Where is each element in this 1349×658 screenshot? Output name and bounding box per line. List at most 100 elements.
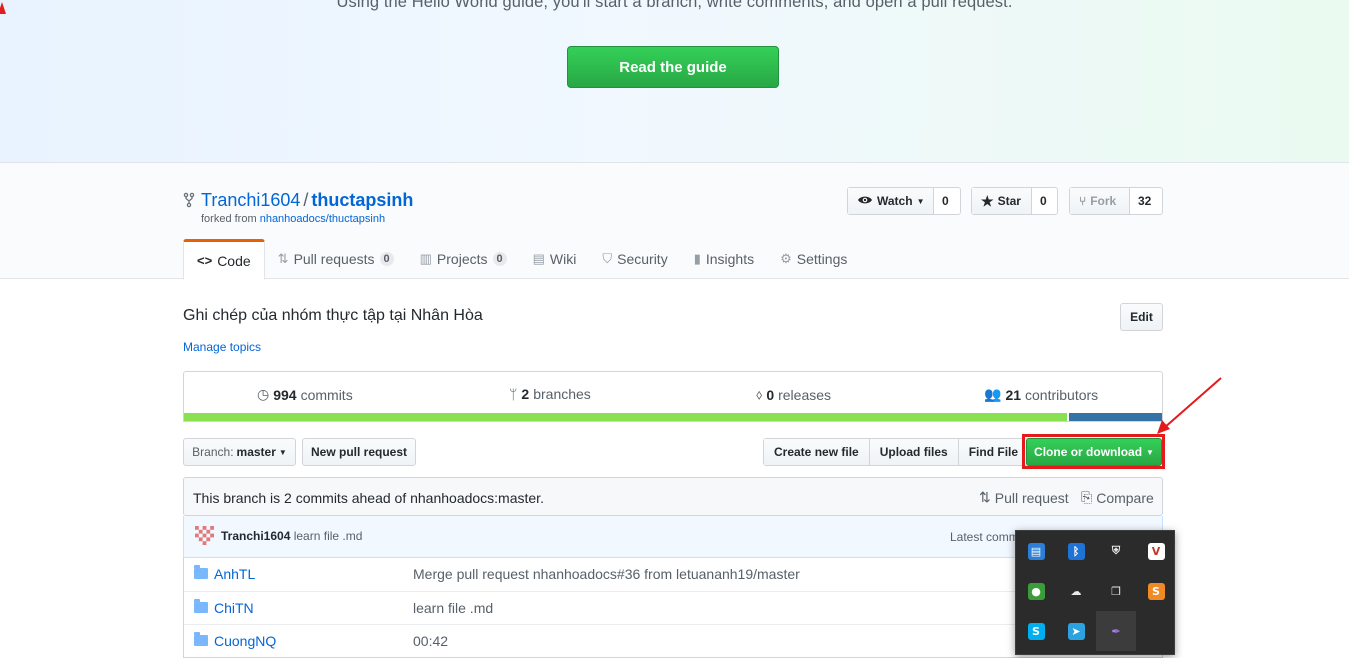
edit-button[interactable]: Edit xyxy=(1120,303,1163,331)
tab-insights[interactable]: ▮ Insights xyxy=(681,239,767,279)
find-file-button[interactable]: Find File xyxy=(958,439,1029,465)
eye-icon xyxy=(857,194,873,209)
tab-counter: 0 xyxy=(492,252,507,266)
globe-app-icon[interactable]: ● xyxy=(1016,571,1056,611)
tab-projects[interactable]: ▥ Projects 0 xyxy=(407,239,520,279)
repo-owner-link[interactable]: Tranchi1604 xyxy=(201,190,300,210)
skype-icon[interactable]: S xyxy=(1016,611,1056,651)
file-commit-message[interactable]: learn file .md xyxy=(413,600,493,616)
file-commit-message[interactable]: Merge pull request nhanhoadocs#36 from l… xyxy=(413,566,800,582)
fork-button[interactable]: ⑂ Fork xyxy=(1070,188,1130,214)
compare-label: Compare xyxy=(1096,489,1154,506)
file-commit-message[interactable]: 00:42 xyxy=(413,633,448,649)
avatar[interactable] xyxy=(195,526,214,545)
tab-code[interactable]: <> Code xyxy=(183,239,265,280)
upload-files-button[interactable]: Upload files xyxy=(869,439,959,465)
fork-count[interactable]: 32 xyxy=(1130,188,1159,214)
network-monitor-icon[interactable]: ▤ xyxy=(1016,531,1056,571)
pull-request-icon: ⇅ xyxy=(979,489,991,505)
language-bar[interactable] xyxy=(184,413,1162,421)
commit-author[interactable]: Tranchi1604 xyxy=(221,529,290,543)
repo-nav-tabs: <> Code ⇅ Pull requests 0 ▥ Projects 0 ▤… xyxy=(183,239,860,280)
fork-icon: ⑂ xyxy=(1079,194,1087,208)
forked-from: forked from nhanhoadocs/thuctapsinh xyxy=(201,213,385,225)
copy-app-icon[interactable]: ❐ xyxy=(1096,571,1136,611)
repo-title-separator: / xyxy=(303,190,309,210)
sublime-icon[interactable]: S xyxy=(1136,571,1176,611)
tab-pull-requests[interactable]: ⇅ Pull requests 0 xyxy=(265,239,407,279)
cloud-offline-icon[interactable]: ☁ xyxy=(1056,571,1096,611)
commit-message[interactable]: learn file .md xyxy=(294,529,363,543)
sublime-icon-glyph: S xyxy=(1147,582,1165,600)
releases-count: 0 xyxy=(766,386,775,403)
repo-description: Ghi chép của nhóm thực tập tại Nhân Hòa xyxy=(183,307,483,324)
manage-topics-link[interactable]: Manage topics xyxy=(183,340,261,354)
tab-wiki[interactable]: ▤ Wiki xyxy=(520,239,590,279)
latest-commit-label: Latest comm xyxy=(950,530,1019,544)
skype-icon-glyph: S xyxy=(1027,622,1045,640)
clone-label: Clone or download xyxy=(1034,445,1143,459)
star-button[interactable]: ★ Star xyxy=(972,188,1032,214)
file-name-link[interactable]: ChiTN xyxy=(214,600,254,616)
clone-or-download-button[interactable]: Clone or download ▼ xyxy=(1026,438,1162,466)
commit-summary: Tranchi1604 learn file .md xyxy=(221,529,362,543)
caret-down-icon: ▼ xyxy=(916,196,925,206)
feather-icon[interactable]: ✒ xyxy=(1096,611,1136,651)
file-name-link[interactable]: AnhTL xyxy=(214,566,255,582)
forked-from-link[interactable]: nhanhoadocs/thuctapsinh xyxy=(260,213,385,225)
star-count[interactable]: 0 xyxy=(1032,188,1055,214)
watch-button[interactable]: Watch ▼ xyxy=(848,188,934,214)
commits-count: 994 xyxy=(273,386,297,403)
branches-label: branches xyxy=(533,386,591,402)
contributors-link[interactable]: 👥 21 contributors xyxy=(984,386,1098,403)
tab-label: Security xyxy=(617,251,668,267)
compare-link[interactable]: ⎘ Compare xyxy=(1081,489,1154,506)
hello-world-banner: Using the Hello World guide, you'll star… xyxy=(0,0,1349,163)
branches-link[interactable]: ᛘ 2 branches xyxy=(509,386,591,402)
project-icon: ▥ xyxy=(419,251,432,266)
commits-link[interactable]: ◷ 994 commits xyxy=(257,386,353,403)
branch-select[interactable]: Branch: master ▼ xyxy=(183,438,296,466)
repo-title: Tranchi1604/thuctapsinh xyxy=(201,190,413,211)
pull-request-label: Pull request xyxy=(994,489,1069,506)
system-tray-overflow: ▤ ᛒ ⛨ V ● ☁ ❐ S S ➤ ✒ xyxy=(1015,530,1175,655)
v-app-icon-glyph: V xyxy=(1147,542,1165,560)
tab-label: Insights xyxy=(705,251,755,267)
copy-app-icon-glyph: ❐ xyxy=(1107,582,1125,600)
branches-count: 2 xyxy=(521,386,530,402)
file-actions: Create new file Upload files Find File xyxy=(763,438,1030,466)
globe-app-icon-glyph: ● xyxy=(1027,582,1045,600)
fork-label: Fork xyxy=(1090,194,1117,208)
caret-down-icon: ▼ xyxy=(1146,447,1154,457)
branch-icon: ᛘ xyxy=(509,386,518,402)
tab-settings[interactable]: ⚙ Settings xyxy=(767,239,860,279)
releases-link[interactable]: ⬨ 0 releases xyxy=(756,386,831,403)
releases-label: releases xyxy=(778,386,832,403)
repo-summary: ◷ 994 commits ᛘ 2 branches ⬨ 0 releases … xyxy=(183,371,1163,422)
tab-security[interactable]: ⛉ Security xyxy=(589,239,680,279)
book-icon: ▤ xyxy=(532,251,545,266)
bluetooth-icon[interactable]: ᛒ xyxy=(1056,531,1096,571)
v-app-icon[interactable]: V xyxy=(1136,531,1176,571)
branch-prefix: Branch: xyxy=(192,445,234,459)
code-icon: <> xyxy=(197,253,213,268)
telegram-icon-glyph: ➤ xyxy=(1067,622,1085,640)
repo-name-link[interactable]: thuctapsinh xyxy=(311,190,413,210)
folder-icon xyxy=(194,565,208,579)
star-label: Star xyxy=(997,194,1021,208)
file-name-link[interactable]: CuongNQ xyxy=(214,633,276,649)
watch-count[interactable]: 0 xyxy=(934,188,957,214)
create-new-file-button[interactable]: Create new file xyxy=(764,439,870,465)
star-icon: ★ xyxy=(981,192,994,209)
read-the-guide-button[interactable]: Read the guide xyxy=(567,46,779,88)
bluetooth-icon-glyph: ᛒ xyxy=(1067,542,1085,560)
repo-forked-icon xyxy=(183,192,195,208)
defender-shield-icon[interactable]: ⛨ xyxy=(1096,531,1136,571)
history-icon: ◷ xyxy=(257,386,270,402)
branch-ahead-message: This branch is 2 commits ahead of nhanho… xyxy=(193,490,544,506)
diff-icon: ⎘ xyxy=(1081,489,1093,505)
telegram-icon[interactable]: ➤ xyxy=(1056,611,1096,651)
new-pull-request-button[interactable]: New pull request xyxy=(302,438,416,466)
branch-status-bar: This branch is 2 commits ahead of nhanho… xyxy=(183,477,1163,516)
pull-request-link[interactable]: ⇅ Pull request xyxy=(979,489,1069,506)
